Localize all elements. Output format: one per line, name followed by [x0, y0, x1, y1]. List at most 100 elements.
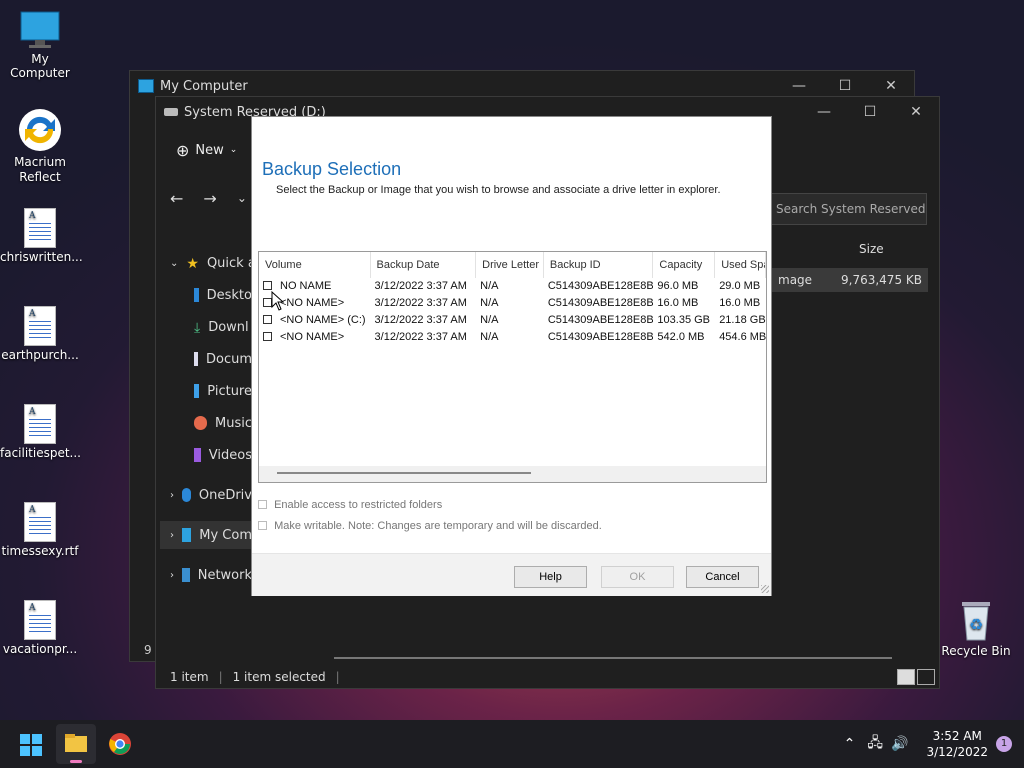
desktop-icon [194, 288, 199, 302]
make-writable-option[interactable]: Make writable. Note: Changes are tempora… [258, 520, 602, 532]
help-button[interactable]: Help [514, 566, 587, 588]
maximize-button[interactable]: ☐ [822, 78, 868, 94]
row-checkbox[interactable] [263, 332, 272, 341]
column-header-backup-date[interactable]: Backup Date [371, 252, 477, 278]
search-input[interactable]: Search System Reserved (D:) [767, 193, 927, 225]
sidebar-item-label: Music [215, 415, 252, 431]
desktop-icon-label: Recycle Bin [941, 644, 1011, 658]
scrollbar-thumb[interactable] [277, 472, 531, 474]
picture-icon [194, 384, 200, 398]
chevron-down-icon: ⌄ [229, 145, 238, 155]
sidebar-item-downloads[interactable]: ⤓ Downl [194, 313, 252, 341]
drive-letter-cell: N/A [480, 297, 499, 309]
column-header-backup-id[interactable]: Backup ID [544, 252, 654, 278]
rtf-document-icon [24, 208, 56, 248]
close-button[interactable]: ✕ [868, 78, 914, 94]
chrome-icon [109, 733, 131, 755]
restricted-folders-checkbox[interactable] [258, 500, 267, 509]
list-item[interactable]: <NO NAME> 3/12/2022 3:37 AM N/A C514309A… [259, 295, 766, 312]
sidebar-item-music[interactable]: Music [194, 409, 252, 437]
chrome-taskbar-button[interactable] [108, 732, 132, 756]
file-row[interactable]: mage 9,763,475 KB [772, 268, 928, 292]
column-header-used-space[interactable]: Used Spa [715, 252, 766, 278]
desktop-icon-label: earthpurch... [1, 348, 79, 362]
monitor-icon [182, 528, 192, 542]
start-button[interactable] [20, 734, 42, 756]
minimize-button[interactable]: — [801, 104, 847, 120]
desktop-icon-file-1[interactable]: chriswritten... [0, 208, 83, 264]
monitor-icon [138, 79, 154, 93]
sidebar-item-label: Docum [205, 351, 252, 367]
rtf-document-icon [24, 404, 56, 444]
horizontal-scrollbar[interactable] [259, 466, 766, 482]
make-writable-checkbox[interactable] [258, 521, 267, 530]
status-divider: | [218, 670, 223, 684]
backup-list[interactable]: Volume Backup Date Drive Letter Backup I… [258, 251, 767, 483]
resize-grip[interactable] [761, 585, 769, 593]
desktop-icon-file-5[interactable]: vacationpr... [0, 600, 80, 656]
sidebar-item-label: Downl [208, 319, 249, 335]
clock[interactable]: 3:52 AM 3/12/2022 [918, 728, 996, 760]
new-button[interactable]: ⊕ New ⌄ [176, 141, 237, 160]
new-label: New [195, 142, 224, 158]
chevron-right-icon: › [170, 569, 174, 581]
back-arrow-icon[interactable]: ← [170, 189, 183, 208]
sidebar-item-videos[interactable]: Videos [194, 441, 252, 469]
backup-id-cell: C514309ABE128E8B [547, 314, 654, 326]
horizontal-scrollbar[interactable] [334, 657, 892, 659]
tiles-view-icon[interactable] [917, 669, 935, 685]
column-header-capacity[interactable]: Capacity [653, 252, 716, 278]
clock-date: 3/12/2022 [926, 745, 988, 759]
sidebar-item-documents[interactable]: Docum [194, 345, 252, 373]
list-item[interactable]: NO NAME 3/12/2022 3:37 AM N/A C514309ABE… [259, 278, 766, 295]
column-header-size[interactable]: Size [859, 242, 884, 256]
list-item[interactable]: <NO NAME> (C:) 3/12/2022 3:37 AM N/A C51… [259, 312, 766, 329]
desktop-icon-file-2[interactable]: earthpurch... [0, 306, 80, 362]
desktop-icon-file-4[interactable]: timessexy.rtf [0, 502, 80, 558]
minimize-button[interactable]: — [776, 78, 822, 94]
chevron-down-icon[interactable]: ⌄ [237, 191, 247, 205]
row-checkbox[interactable] [263, 315, 272, 324]
sidebar-item-quick-access[interactable]: ⌄ ★ Quick ac [170, 249, 252, 277]
desktop-icon-macrium-reflect[interactable]: Macrium Reflect [0, 107, 80, 185]
document-icon [194, 352, 198, 366]
sidebar-item-desktop[interactable]: Deskto [194, 281, 252, 309]
forward-arrow-icon[interactable]: → [203, 189, 216, 208]
sidebar-item-network[interactable]: › Network [170, 561, 252, 589]
file-name: mage [778, 273, 813, 287]
used-space-cell: 454.6 MB [719, 331, 766, 343]
ok-button[interactable]: OK [601, 566, 674, 588]
capacity-cell: 542.0 MB [657, 331, 705, 343]
chevron-up-icon[interactable]: ⌃ [844, 736, 856, 752]
network-icon[interactable]: 🖧 [867, 732, 883, 756]
sidebar-item-onedrive[interactable]: › OneDriv [170, 481, 252, 509]
sidebar-item-pictures[interactable]: Picture [194, 377, 252, 405]
notification-badge[interactable]: 1 [996, 736, 1012, 752]
desktop-icon-file-3[interactable]: facilitiespet... [0, 404, 81, 460]
details-view-icon[interactable] [897, 669, 915, 685]
status-item-count: 1 item [170, 670, 209, 684]
file-explorer-taskbar-button[interactable] [56, 724, 96, 764]
column-header-drive-letter[interactable]: Drive Letter [476, 252, 544, 278]
desktop-icon-recycle-bin[interactable]: ♻ Recycle Bin [936, 598, 1016, 658]
active-indicator [70, 760, 82, 763]
sidebar-item-label: OneDriv [198, 487, 252, 503]
restricted-folders-option[interactable]: Enable access to restricted folders [258, 499, 442, 511]
maximize-button[interactable]: ☐ [847, 104, 893, 120]
close-button[interactable]: ✕ [893, 104, 939, 120]
desktop-icon-my-computer[interactable]: My Computer [0, 10, 80, 80]
sidebar-item-my-computer[interactable]: › My Com [160, 521, 252, 549]
row-checkbox[interactable] [263, 281, 272, 290]
cancel-button[interactable]: Cancel [686, 566, 759, 588]
used-space-cell: 16.0 MB [719, 297, 761, 309]
used-space-cell: 21.18 GB [719, 314, 766, 326]
used-space-cell: 29.0 MB [719, 280, 761, 292]
sidebar-item-label: My Com [199, 527, 252, 543]
volume-icon[interactable]: 🔊 [891, 736, 908, 752]
list-item[interactable]: <NO NAME> 3/12/2022 3:37 AM N/A C514309A… [259, 329, 766, 346]
dialog-subtitle: Select the Backup or Image that you wish… [276, 184, 721, 196]
plus-icon: ⊕ [176, 140, 190, 160]
column-header-volume[interactable]: Volume [259, 252, 371, 278]
system-tray: ⌃ 🖧 🔊 3:52 AM 3/12/2022 1 [844, 720, 1024, 768]
download-icon: ⤓ [194, 320, 201, 336]
